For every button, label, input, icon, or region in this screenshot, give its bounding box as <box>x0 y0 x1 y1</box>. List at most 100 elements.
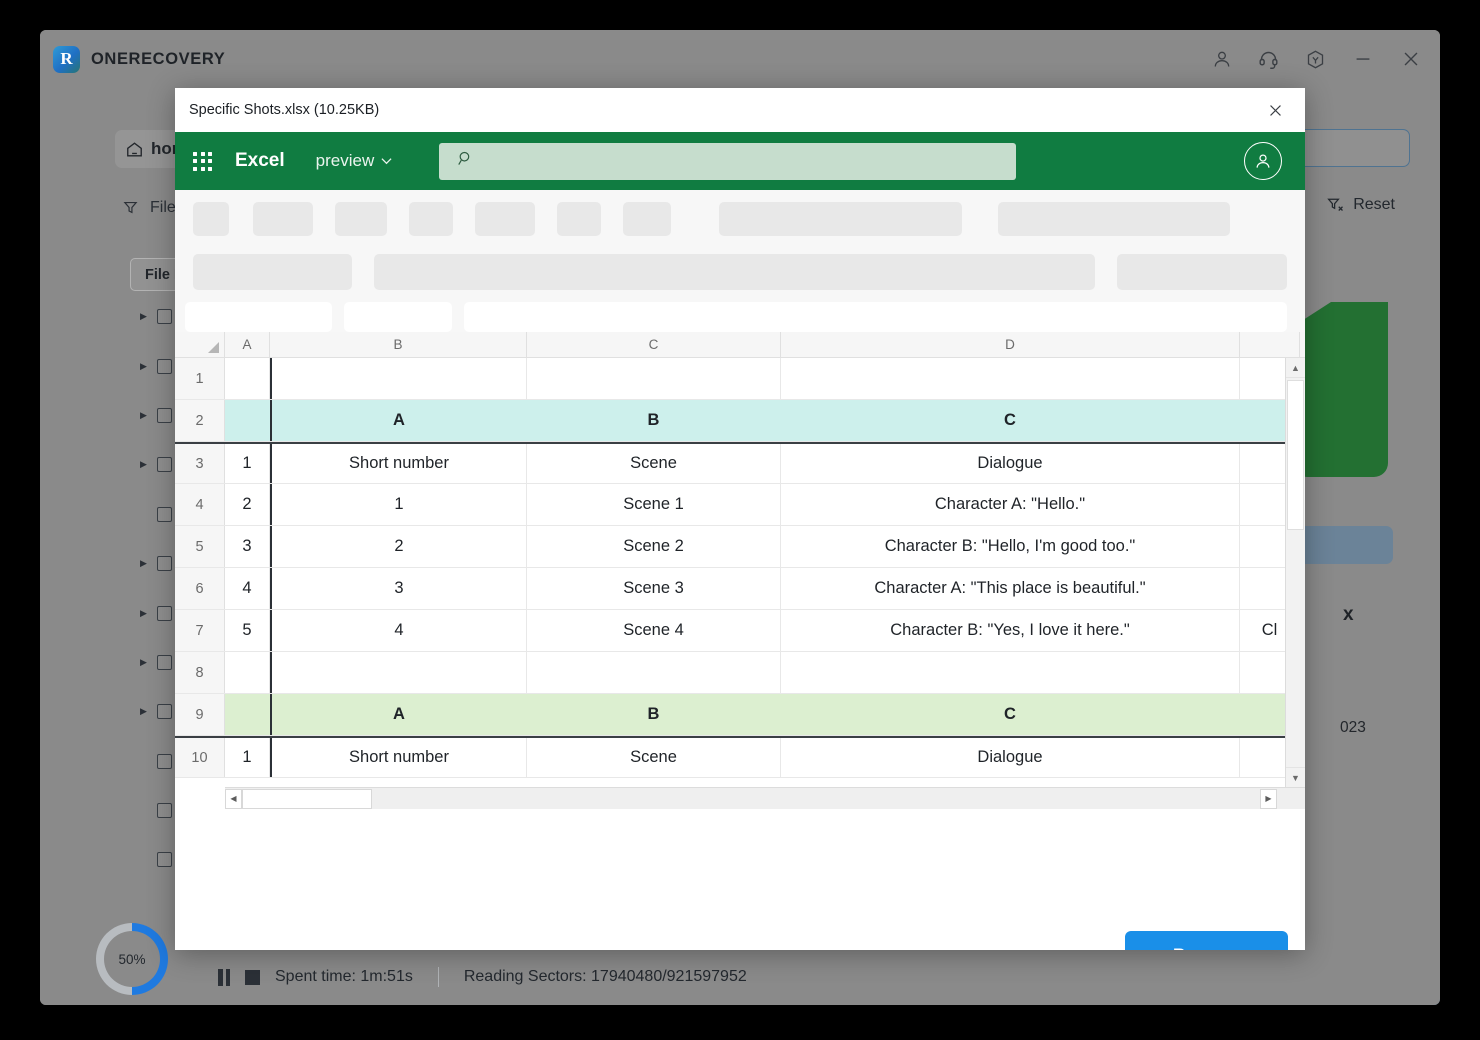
table-cell[interactable]: B <box>527 694 781 735</box>
vertical-scrollbar[interactable]: ▲ ▼ <box>1285 358 1305 787</box>
table-cell[interactable] <box>225 694 270 735</box>
support-headset-icon[interactable] <box>1258 49 1279 70</box>
name-box-placeholder[interactable] <box>185 302 332 332</box>
formula-input-placeholder[interactable] <box>464 302 1287 332</box>
minimize-icon[interactable] <box>1352 48 1374 70</box>
table-cell[interactable]: 1 <box>225 444 270 483</box>
table-cell[interactable]: Scene <box>527 444 781 483</box>
table-cell[interactable]: B <box>527 400 781 441</box>
update-shield-icon[interactable] <box>1305 49 1326 70</box>
table-row[interactable]: 532Scene 2Character B: "Hello, I'm good … <box>175 526 1305 568</box>
column-header-b[interactable]: B <box>270 332 527 357</box>
table-cell[interactable]: 2 <box>270 526 527 567</box>
table-cell[interactable]: A <box>270 694 527 735</box>
horizontal-scrollbar-thumb[interactable] <box>242 789 372 809</box>
column-header-c[interactable]: C <box>527 332 781 357</box>
expand-arrow-icon[interactable]: ▶ <box>140 657 150 668</box>
expand-arrow-icon[interactable]: ▶ <box>140 608 150 619</box>
row-header[interactable]: 7 <box>175 610 225 651</box>
reset-button[interactable]: Reset <box>1326 195 1395 214</box>
table-row[interactable]: 643Scene 3Character A: "This place is be… <box>175 568 1305 610</box>
column-header-e[interactable] <box>1240 332 1300 357</box>
table-row[interactable]: 8 <box>175 652 1305 694</box>
vertical-scrollbar-thumb[interactable] <box>1287 380 1304 530</box>
row-header[interactable]: 5 <box>175 526 225 567</box>
table-cell[interactable] <box>527 358 781 399</box>
expand-arrow-icon[interactable]: ▶ <box>140 706 150 717</box>
table-cell[interactable]: C <box>781 400 1240 441</box>
excel-search-box[interactable] <box>439 143 1016 180</box>
table-cell[interactable] <box>527 652 781 693</box>
row-checkbox[interactable] <box>157 359 172 374</box>
row-header[interactable]: 4 <box>175 484 225 525</box>
stop-button[interactable] <box>245 970 260 985</box>
table-cell[interactable]: Dialogue <box>781 444 1240 483</box>
table-cell[interactable]: 2 <box>225 484 270 525</box>
table-cell[interactable] <box>225 652 270 693</box>
table-cell[interactable] <box>270 652 527 693</box>
table-cell[interactable]: Scene 2 <box>527 526 781 567</box>
table-cell[interactable] <box>225 358 270 399</box>
table-row[interactable]: 1 <box>175 358 1305 400</box>
dialog-close-icon[interactable] <box>1261 96 1289 124</box>
table-cell[interactable]: Short number <box>270 444 527 483</box>
table-cell[interactable] <box>270 358 527 399</box>
row-checkbox[interactable] <box>157 309 172 324</box>
expand-arrow-icon[interactable]: ▶ <box>140 361 150 372</box>
column-header-a[interactable]: A <box>225 332 270 357</box>
table-cell[interactable]: Scene 4 <box>527 610 781 651</box>
table-cell[interactable]: Scene 3 <box>527 568 781 609</box>
row-checkbox[interactable] <box>157 803 172 818</box>
scroll-down-icon[interactable]: ▼ <box>1286 767 1305 787</box>
table-cell[interactable]: Dialogue <box>781 738 1240 777</box>
scroll-left-icon[interactable]: ◀ <box>225 789 242 809</box>
row-header[interactable]: 3 <box>175 444 225 483</box>
table-cell[interactable]: 3 <box>270 568 527 609</box>
account-icon[interactable] <box>1212 49 1232 69</box>
formula-tools-placeholder[interactable] <box>344 302 452 332</box>
table-cell[interactable]: Short number <box>270 738 527 777</box>
row-checkbox[interactable] <box>157 606 172 621</box>
table-cell[interactable]: 4 <box>225 568 270 609</box>
row-checkbox[interactable] <box>157 655 172 670</box>
select-all-corner[interactable] <box>175 332 225 357</box>
app-launcher-icon[interactable] <box>193 152 212 171</box>
table-cell[interactable]: 3 <box>225 526 270 567</box>
row-checkbox[interactable] <box>157 556 172 571</box>
table-cell[interactable]: 1 <box>270 484 527 525</box>
scroll-up-icon[interactable]: ▲ <box>1286 358 1305 378</box>
expand-arrow-icon[interactable]: ▶ <box>140 410 150 421</box>
table-cell[interactable] <box>781 358 1240 399</box>
table-row[interactable]: 31Short numberSceneDialogue <box>175 442 1305 484</box>
table-cell[interactable]: 5 <box>225 610 270 651</box>
row-header[interactable]: 1 <box>175 358 225 399</box>
table-row[interactable]: 421Scene 1Character A: "Hello." <box>175 484 1305 526</box>
close-icon[interactable] <box>1400 48 1422 70</box>
row-header[interactable]: 9 <box>175 694 225 735</box>
column-header-d[interactable]: D <box>781 332 1240 357</box>
table-cell[interactable]: 1 <box>225 738 270 777</box>
table-cell[interactable]: Scene <box>527 738 781 777</box>
expand-arrow-icon[interactable]: ▶ <box>140 311 150 322</box>
row-checkbox[interactable] <box>157 704 172 719</box>
row-checkbox[interactable] <box>157 852 172 867</box>
pause-button[interactable] <box>218 969 230 986</box>
expand-arrow-icon[interactable]: ▶ <box>140 459 150 470</box>
table-cell[interactable]: 4 <box>270 610 527 651</box>
table-cell[interactable]: C <box>781 694 1240 735</box>
table-row[interactable]: 2 ABC <box>175 400 1305 442</box>
row-header[interactable]: 8 <box>175 652 225 693</box>
row-header[interactable]: 6 <box>175 568 225 609</box>
table-cell[interactable]: Character B: "Hello, I'm good too." <box>781 526 1240 567</box>
table-row[interactable]: 9 ABC <box>175 694 1305 736</box>
scroll-right-icon[interactable]: ▶ <box>1260 789 1277 809</box>
horizontal-scrollbar[interactable]: ◀ ▶ <box>225 787 1305 809</box>
row-header[interactable]: 10 <box>175 738 225 777</box>
expand-arrow-icon[interactable]: ▶ <box>140 558 150 569</box>
row-header[interactable]: 2 <box>175 400 225 441</box>
table-cell[interactable]: Character B: "Yes, I love it here." <box>781 610 1240 651</box>
row-checkbox[interactable] <box>157 507 172 522</box>
table-cell[interactable]: A <box>270 400 527 441</box>
preview-mode-dropdown[interactable]: preview <box>316 151 393 171</box>
table-cell[interactable]: Character A: "This place is beautiful." <box>781 568 1240 609</box>
